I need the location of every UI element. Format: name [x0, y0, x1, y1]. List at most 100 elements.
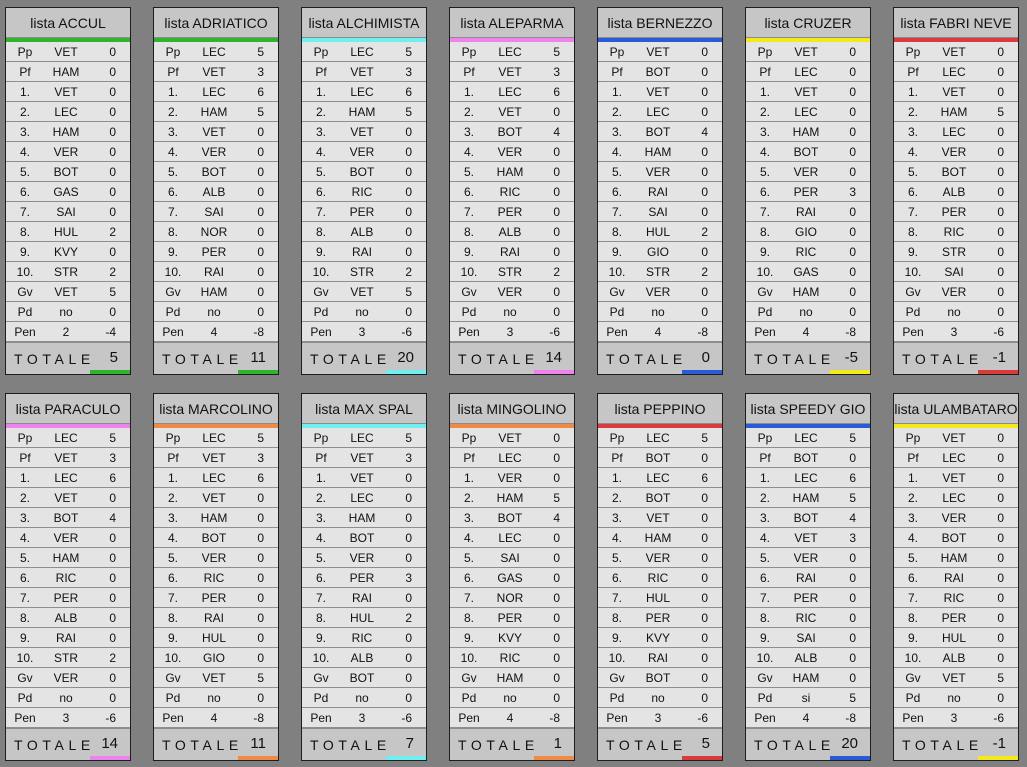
row-label: 3. [907, 510, 918, 525]
row-points: 0 [849, 264, 856, 279]
row-pick: VET [942, 44, 966, 59]
row-label: Gv [17, 284, 33, 299]
row-points: 0 [553, 610, 560, 625]
table-row: 3. BOT 4 [746, 508, 870, 528]
row-points: -6 [549, 324, 560, 339]
table-row: Gv HAM 0 [450, 668, 574, 688]
table-row: Pd no 0 [598, 688, 722, 708]
row-label: 2. [463, 104, 474, 119]
row-label: 1. [167, 470, 178, 485]
totale-label: TOTALE [310, 351, 391, 367]
table-row: 2. VET 0 [6, 488, 130, 508]
table-row: 2. BOT 0 [598, 488, 722, 508]
table-row: Pen 3 -6 [450, 322, 574, 342]
row-label: 5. [759, 164, 770, 179]
row-label: 5. [611, 164, 622, 179]
row-points: 3 [405, 450, 412, 465]
table-row: 8. RIC 0 [746, 608, 870, 628]
row-points: 3 [405, 64, 412, 79]
row-points: 4 [553, 124, 560, 139]
row-pick: PER [349, 204, 375, 219]
table-row: Gv VET 5 [154, 668, 278, 688]
row-pick: NOR [496, 590, 524, 605]
row-label: 5. [315, 550, 326, 565]
table-row: 8. PER 0 [450, 608, 574, 628]
row-label: Pf [611, 64, 623, 79]
table-row: Pd no 0 [302, 302, 426, 322]
row-points: 0 [405, 510, 412, 525]
row-label: Pd [165, 690, 181, 705]
totale-label: TOTALE [14, 737, 95, 753]
row-label: Pf [907, 450, 919, 465]
row-points: 0 [849, 64, 856, 79]
row-pick: RAI [203, 610, 224, 625]
row-label: 2. [759, 490, 770, 505]
table-row: 1. LEC 6 [450, 82, 574, 102]
table-row: 5. BOT 0 [302, 162, 426, 182]
table-row: Gv HAM 0 [154, 282, 278, 302]
table-row: Pp LEC 5 [450, 42, 574, 62]
row-points: 0 [997, 450, 1004, 465]
row-label: 3. [167, 124, 178, 139]
row-points: 0 [849, 204, 856, 219]
row-points: 2 [109, 650, 116, 665]
row-points: 0 [257, 610, 264, 625]
card-rows: Pp LEC 5 Pf VET 3 1. LEC 6 2. HAM 5 3. VET 0 4. VER 0 5. BO… [302, 42, 426, 342]
row-pick: HUL [645, 590, 670, 605]
row-pick: 4 [506, 710, 514, 725]
row-label: Pd [165, 304, 181, 319]
row-pick: HAM [940, 550, 968, 565]
table-row: 6. RAI 0 [894, 568, 1018, 588]
row-label: 1. [463, 470, 474, 485]
row-points: 0 [109, 184, 116, 199]
row-pick: no [799, 304, 813, 319]
row-label: 6. [907, 570, 918, 585]
row-label: Pd [757, 304, 773, 319]
row-label: 5. [907, 550, 918, 565]
row-label: 4. [167, 530, 178, 545]
row-points: 3 [849, 530, 856, 545]
table-row: Pp LEC 5 [598, 428, 722, 448]
row-pick: VET [54, 44, 78, 59]
table-row: 6. RIC 0 [6, 568, 130, 588]
row-label: Pf [19, 450, 31, 465]
row-points: 0 [109, 630, 116, 645]
row-pick: no [503, 690, 517, 705]
table-row: Pen 3 -6 [894, 708, 1018, 728]
row-label: Pf [315, 64, 327, 79]
row-pick: 4 [802, 324, 810, 339]
table-row: 9. RIC 0 [746, 242, 870, 262]
table-row: 10. RAI 0 [598, 648, 722, 668]
row-label: 4. [19, 144, 30, 159]
row-pick: 3 [950, 324, 958, 339]
table-row: Gv HAM 0 [746, 668, 870, 688]
row-points: 0 [553, 670, 560, 685]
row-label: Pd [17, 304, 33, 319]
table-row: 1. VET 0 [302, 468, 426, 488]
row-points: 6 [553, 84, 560, 99]
row-pick: RIC [943, 590, 965, 605]
row-label: Pf [463, 450, 475, 465]
row-label: 7. [167, 204, 178, 219]
row-points: 0 [701, 104, 708, 119]
table-row: 8. RAI 0 [154, 608, 278, 628]
row-pick: VET [350, 470, 374, 485]
table-row: 1. LEC 6 [154, 468, 278, 488]
table-row: 5. VER 0 [598, 548, 722, 568]
row-points: 0 [997, 690, 1004, 705]
row-label: 3. [315, 510, 326, 525]
row-pick: RIC [55, 570, 77, 585]
row-label: 3. [315, 124, 326, 139]
card-footer: TOTALE 1 [450, 728, 574, 760]
row-points: 0 [997, 630, 1004, 645]
row-label: 9. [315, 630, 326, 645]
totale-label: TOTALE [754, 737, 835, 753]
row-label: 7. [315, 204, 326, 219]
row-pick: no [503, 304, 517, 319]
row-label: 6. [611, 184, 622, 199]
row-points: 0 [405, 630, 412, 645]
row-pick: BOT [645, 450, 671, 465]
card-footer: TOTALE 0 [598, 342, 722, 374]
row-points: 0 [849, 144, 856, 159]
row-label: 1. [759, 84, 770, 99]
